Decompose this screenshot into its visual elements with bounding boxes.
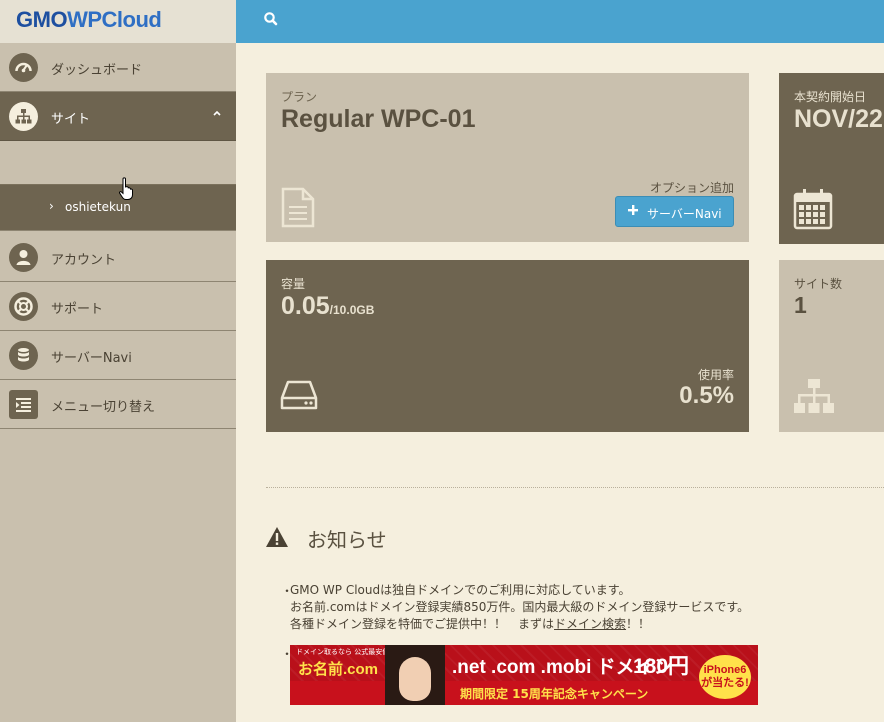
sitemap-icon [794, 379, 834, 413]
contract-start-value: NOV/22 [794, 105, 883, 133]
sidebar-item-site[interactable]: サイト [0, 92, 236, 141]
plan-value: Regular WPC-01 [281, 105, 476, 133]
sidebar-item-label: サイト [51, 112, 91, 127]
banner-price: 180円 [633, 655, 690, 678]
notice-line-text: 各種ドメイン登録を特価でご提供中！！ まずは [290, 617, 555, 631]
capacity-used: 0.05 [281, 292, 330, 320]
logo-wpcloud-text: WPCloud [67, 7, 162, 32]
sidebar-item-label: ダッシュボード [51, 63, 143, 78]
badge-line: が当たる! [701, 677, 749, 689]
hand-cursor-icon [119, 177, 133, 200]
database-icon [9, 341, 38, 370]
sidebar-item-label: サポート [51, 302, 104, 317]
site-count-value: 1 [794, 292, 807, 318]
onamae-campaign-banner[interactable]: ドメイン取るなら 公式最安値！ お名前.com .net .com .mobi … [290, 645, 758, 705]
plan-caption: プラン [281, 90, 318, 104]
user-icon [9, 243, 38, 272]
section-divider [266, 487, 884, 488]
usage-rate-value: 0.5% [679, 382, 734, 409]
sidebar-item-label: アカウント [51, 253, 117, 268]
logo-gmo-text: GMO [16, 7, 68, 32]
plus-icon [628, 205, 638, 215]
dashboard-gauge-icon [9, 53, 38, 82]
sidebar-item-label: メニュー切り替え [51, 400, 156, 415]
contract-start-card: 本契約開始日 NOV/22 [779, 73, 884, 244]
sidebar-item-account[interactable]: アカウント [0, 233, 236, 282]
notice-line-text: ！！ [626, 617, 651, 631]
notice-line: お名前.comはドメイン登録実績850万件。国内最大級のドメイン登録サービスです… [290, 600, 750, 614]
chevron-up-icon[interactable] [212, 108, 222, 118]
sidebar-subitem-oshietekun[interactable]: › oshietekun [0, 184, 236, 231]
server-navi-button-label: サーバーNavi [647, 207, 722, 221]
capacity-caption: 容量 [281, 277, 306, 291]
contract-start-caption: 本契約開始日 [794, 90, 867, 104]
sidebar-item-dashboard[interactable]: ダッシュボード [0, 43, 236, 92]
capacity-card: 容量 0.05/10.0GB 使用率 0.5% [266, 260, 749, 432]
notice-text: GMO WP Cloudは独自ドメインでのご利用に対応しています。 お名前.co… [290, 582, 749, 633]
hard-drive-icon [280, 380, 318, 410]
notice-title: お知らせ [307, 528, 387, 552]
sidebar-item-label: サーバーNavi [51, 351, 132, 366]
onamae-logo: お名前.com [298, 661, 379, 678]
site-count-card: サイト数 1 [779, 260, 884, 432]
banner-model-photo [385, 645, 445, 705]
banner-top-note: ドメイン取るなら 公式最安値！ [296, 648, 397, 656]
badge-line: iPhone6 [703, 664, 747, 676]
search-icon[interactable] [263, 11, 279, 27]
sidebar-item-support[interactable]: サポート [0, 282, 236, 331]
chevron-right-icon: › [49, 199, 54, 213]
capacity-unit: /10.0GB [329, 303, 375, 317]
site-count-caption: サイト数 [794, 277, 843, 291]
sidebar-item-menu-toggle[interactable]: メニュー切り替え [0, 380, 236, 429]
option-add-label: オプション追加 [649, 181, 734, 195]
banner-campaign-text: 期間限定 15周年記念キャンペーン [460, 687, 649, 701]
calendar-icon [793, 189, 833, 230]
sidebar: ダッシュボード サイト › oshietekun アカウント サポート サーバー… [0, 43, 236, 722]
warning-icon [266, 527, 288, 547]
logo-area[interactable]: GMOWPCloud [0, 0, 236, 43]
notice-line: GMO WP Cloudは独自ドメインでのご利用に対応しています。 [290, 583, 631, 597]
gmo-wpcloud-logo[interactable]: GMOWPCloud [16, 7, 162, 33]
plan-card: プラン Regular WPC-01 オプション追加 サーバーNavi [266, 73, 749, 242]
sidebar-item-server-navi[interactable]: サーバーNavi [0, 331, 236, 380]
capacity-value: 0.05/10.0GB [281, 292, 374, 321]
sidebar-subitem-label: oshietekun [65, 200, 131, 214]
menu-toggle-icon [9, 390, 38, 419]
domain-search-link[interactable]: ドメイン検索 [554, 617, 626, 631]
sitemap-icon [9, 102, 38, 131]
server-navi-button[interactable]: サーバーNavi [615, 196, 734, 227]
iphone-prize-badge: iPhone6 が当たる! [699, 655, 751, 699]
usage-rate-caption: 使用率 [697, 368, 734, 382]
top-bar: GMOWPCloud [0, 0, 884, 43]
notice-line: 各種ドメイン登録を特価でご提供中！！ まずはドメイン検索！！ [290, 616, 749, 633]
lifebuoy-icon [9, 292, 38, 321]
document-icon [281, 187, 315, 228]
